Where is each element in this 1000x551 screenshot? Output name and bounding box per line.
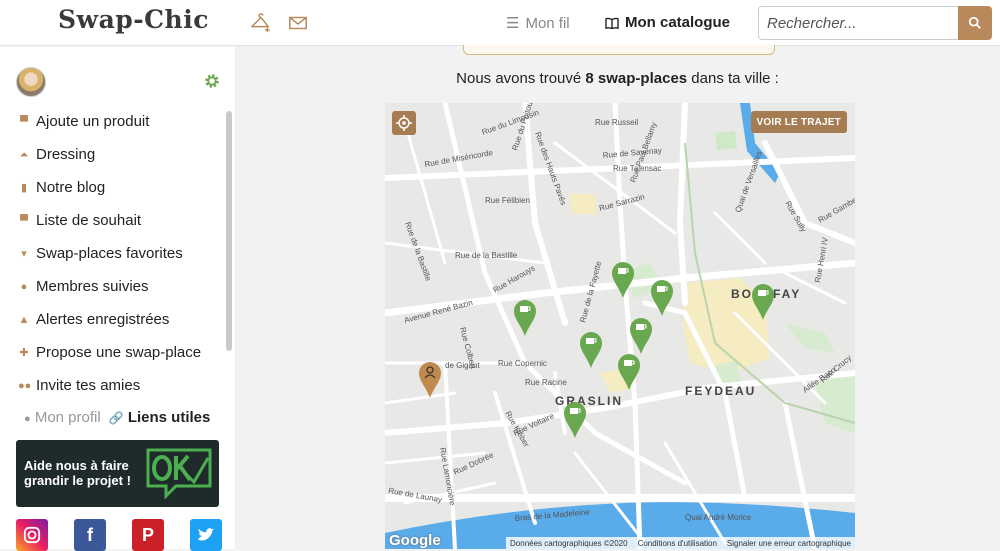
results-prefix: Nous avons trouvé xyxy=(456,70,586,87)
users-icon: ●● xyxy=(18,379,32,392)
twitter-icon[interactable] xyxy=(190,519,222,551)
district-label: GRASLIN xyxy=(555,394,623,408)
results-summary: Nous avons trouvé 8 swap-places dans ta … xyxy=(235,70,1000,87)
mail-icon[interactable] xyxy=(287,12,309,34)
sidebar-item-label: Alertes enregistrées xyxy=(36,311,170,328)
user-check-icon: ● xyxy=(20,280,28,293)
locate-me-button[interactable] xyxy=(392,111,416,135)
hanger-plus-icon[interactable] xyxy=(250,12,272,34)
main-content: Nous avons trouvé 8 swap-places dans ta … xyxy=(235,45,1000,549)
sidebar-scrollbar[interactable] xyxy=(226,111,232,351)
svg-text:Rue Russeil: Rue Russeil xyxy=(595,118,638,127)
report-error-link[interactable]: Signaler une erreur cartographique xyxy=(727,539,851,548)
book-open-icon xyxy=(605,17,619,29)
user-icon: ● xyxy=(24,413,31,425)
sidebar-item-favorite-places[interactable]: ▾ Swap-places favorites xyxy=(0,237,226,270)
svg-text:Rue Copernic: Rue Copernic xyxy=(498,359,547,368)
svg-text:Rue de la Bastille: Rue de la Bastille xyxy=(455,251,518,260)
tab-links-label: Liens utiles xyxy=(127,409,211,426)
bell-icon: ▲ xyxy=(18,313,30,326)
banner-text: Aide nous à faire grandir le projet ! xyxy=(24,458,131,488)
map-data-credit: Données cartographiques ©2020 xyxy=(510,538,628,548)
terms-link[interactable]: Conditions d'utilisation xyxy=(638,539,717,548)
sidebar-item-label: Swap-places favorites xyxy=(36,245,183,262)
view-route-button[interactable]: VOIR LE TRAJET xyxy=(750,111,847,133)
hanger-icon: ⏶ xyxy=(19,148,29,161)
top-header: Swap-Chic ☰ Mon fil Mon catalogue xyxy=(0,0,1000,46)
pinterest-icon[interactable]: P xyxy=(132,519,164,551)
logo[interactable]: Swap-Chic xyxy=(58,5,209,34)
link-icon: 🔗 xyxy=(108,411,124,425)
tshirt-icon: ▀ xyxy=(20,115,28,128)
nav-feed-label: Mon fil xyxy=(525,14,570,32)
profile-tabs: ● Mon profil 🔗 Liens utiles xyxy=(24,409,210,426)
sidebar-item-label: Liste de souhait xyxy=(36,212,142,229)
avatar[interactable] xyxy=(16,67,46,97)
sidebar-item-followed-members[interactable]: ● Membres suivies xyxy=(0,270,226,303)
sidebar-item-label: Ajoute un produit xyxy=(36,113,150,130)
sidebar-item-saved-alerts[interactable]: ▲ Alertes enregistrées xyxy=(0,303,226,336)
sidebar-item-wishlist[interactable]: ▀ Liste de souhait xyxy=(0,204,226,237)
sidebar-item-blog[interactable]: ▮ Notre blog xyxy=(0,171,226,204)
district-label: FEYDEAU xyxy=(685,384,756,398)
support-banner[interactable]: Aide nous à faire grandir le projet ! xyxy=(16,440,219,507)
menu-lines-icon: ☰ xyxy=(506,15,520,32)
svg-text:Rue Racine: Rue Racine xyxy=(525,378,567,387)
sidebar-item-label: Invite tes amies xyxy=(36,377,141,394)
document-icon: ▮ xyxy=(20,181,28,194)
search-button[interactable] xyxy=(958,6,992,40)
nav-catalog[interactable]: Mon catalogue xyxy=(605,14,730,31)
svg-text:Quai André Morice: Quai André Morice xyxy=(685,513,752,522)
map-canvas: Rue du Limousin Rue du Poitou Rue des Ha… xyxy=(385,103,855,549)
ok-check-logo-icon xyxy=(146,448,212,500)
sidebar-item-dressing[interactable]: ⏶ Dressing xyxy=(0,138,226,171)
search-icon xyxy=(968,16,981,29)
instagram-icon[interactable] xyxy=(16,519,48,551)
tab-useful-links[interactable]: 🔗 Liens utiles xyxy=(109,409,211,426)
sidebar-item-propose-place[interactable]: ✚ Propose une swap-place xyxy=(0,336,226,369)
sidebar-item-add-product[interactable]: ▀ Ajoute un produit xyxy=(0,105,226,138)
google-logo: Google xyxy=(389,532,441,549)
results-suffix: dans ta ville : xyxy=(687,70,779,87)
sidebar-item-label: Notre blog xyxy=(36,179,106,196)
social-links: f P xyxy=(16,519,222,551)
svg-text:Rue Félibien: Rue Félibien xyxy=(485,196,530,205)
nav-catalog-label: Mon catalogue xyxy=(625,14,731,31)
sidebar-item-label: Dressing xyxy=(36,146,96,163)
facebook-icon[interactable]: f xyxy=(74,519,106,551)
crosshair-icon xyxy=(396,115,412,131)
top-card-edge xyxy=(463,45,775,55)
tshirt-icon: ▀ xyxy=(20,214,28,227)
sidebar: ▀ Ajoute un produit ⏶ Dressing ▮ Notre b… xyxy=(0,47,235,551)
sidebar-menu: ▀ Ajoute un produit ⏶ Dressing ▮ Notre b… xyxy=(0,105,226,402)
gear-icon[interactable] xyxy=(203,72,221,90)
nav-feed[interactable]: ☰ Mon fil xyxy=(506,14,570,33)
swap-places-map[interactable]: Rue du Limousin Rue du Poitou Rue des Ha… xyxy=(385,103,855,549)
results-count: 8 swap-places xyxy=(585,70,688,87)
sidebar-item-label: Propose une swap-place xyxy=(36,344,202,361)
search-input[interactable] xyxy=(758,6,958,40)
coffee-plus-icon: ✚ xyxy=(19,346,29,359)
sidebar-item-invite-friends[interactable]: ●● Invite tes amies xyxy=(0,369,226,402)
tab-profile-label: Mon profil xyxy=(34,409,101,426)
svg-text:Rue Talensac: Rue Talensac xyxy=(613,164,661,173)
tab-profile[interactable]: ● Mon profil xyxy=(24,409,101,426)
map-attribution: Données cartographiques ©2020 Conditions… xyxy=(506,537,855,549)
coffee-icon: ▾ xyxy=(21,247,27,260)
sidebar-item-label: Membres suivies xyxy=(36,278,149,295)
